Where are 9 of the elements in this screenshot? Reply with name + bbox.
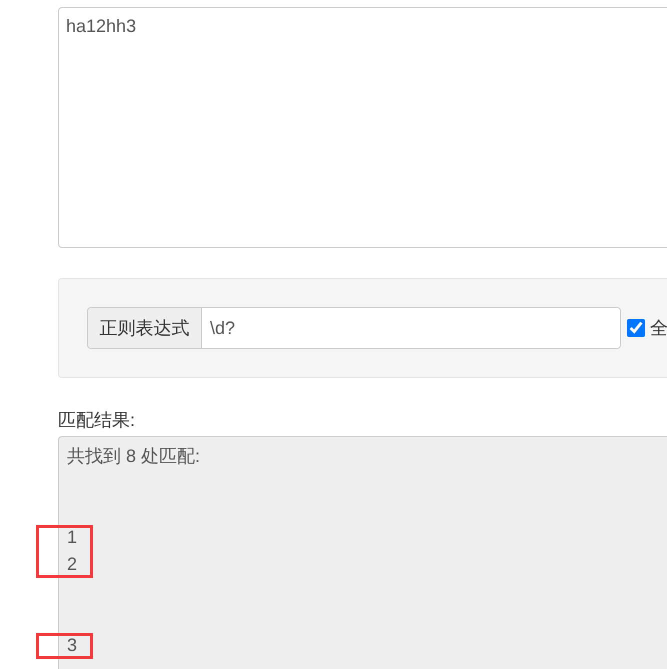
global-checkbox-label: 全	[650, 317, 667, 340]
results-summary: 共找到 8 处匹配:	[67, 446, 200, 466]
match-value: 3	[67, 635, 78, 655]
source-text: ha12hh3	[66, 16, 136, 36]
results-label: 匹配结果:	[58, 409, 136, 432]
match-value: 2	[67, 554, 78, 574]
global-checkbox[interactable]	[627, 319, 645, 337]
match-value: 1	[67, 527, 78, 547]
source-textarea[interactable]: ha12hh3	[58, 7, 667, 248]
